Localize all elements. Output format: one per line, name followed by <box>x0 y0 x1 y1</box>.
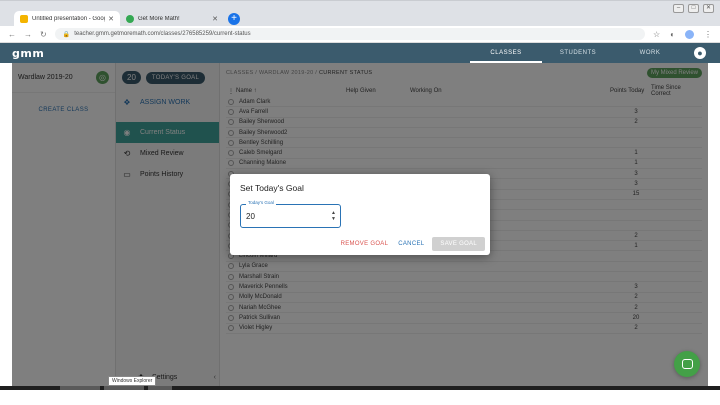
gmm-favicon-icon <box>126 15 134 23</box>
tab-title: Get More Math! <box>138 16 180 22</box>
profile-icon[interactable] <box>685 29 694 39</box>
nav-tab-students[interactable]: STUDENTS <box>542 43 614 63</box>
browser-tab-gmm[interactable]: Get More Math! ✕ <box>120 11 224 27</box>
close-window-icon[interactable]: ✕ <box>703 4 714 13</box>
goal-field-value[interactable]: 20 <box>246 212 255 221</box>
dialog-title: Set Today's Goal <box>240 183 304 193</box>
goal-number-field[interactable]: Today's Goal 20 ▲ ▼ <box>240 200 341 228</box>
bookmark-star-icon[interactable]: ☆ <box>653 30 660 39</box>
browser-actions: ☆ ◐ ⋮ <box>653 29 712 39</box>
taskbar-item[interactable] <box>60 386 100 390</box>
back-icon[interactable]: ← <box>8 30 16 39</box>
chat-button[interactable] <box>674 351 700 377</box>
browser-tab-slides[interactable]: Untitled presentation - Google S ✕ <box>14 11 120 27</box>
url-text: teacher.gmm.getmoremath.com/classes/2765… <box>74 31 251 37</box>
account-icon[interactable]: ● <box>694 47 706 59</box>
taskbar-tooltip: Windows Explorer <box>108 376 157 386</box>
cancel-button[interactable]: CANCEL <box>396 238 426 250</box>
minimize-icon[interactable]: – <box>673 4 684 13</box>
chat-bubble-icon <box>681 359 693 369</box>
app-bar: gmm CLASSES STUDENTS WORK ● <box>0 43 720 63</box>
address-bar-row: ← → ↻ 🔒 teacher.gmm.getmoremath.com/clas… <box>0 26 720 43</box>
taskbar-item[interactable] <box>104 386 144 390</box>
slides-favicon-icon <box>20 15 28 23</box>
maximize-icon[interactable]: □ <box>688 4 699 13</box>
os-taskbar <box>0 386 720 390</box>
url-field[interactable]: 🔒 teacher.gmm.getmoremath.com/classes/27… <box>54 28 645 40</box>
more-menu-icon[interactable]: ⋮ <box>704 30 712 39</box>
extension-icon[interactable]: ◐ <box>670 30 675 39</box>
close-tab-icon[interactable]: ✕ <box>212 15 218 23</box>
set-goal-dialog: Set Today's Goal Today's Goal 20 ▲ ▼ REMO… <box>230 174 490 255</box>
new-tab-button[interactable]: + <box>228 13 240 25</box>
nav-tab-work[interactable]: WORK <box>614 43 686 63</box>
gmm-logo[interactable]: gmm <box>12 47 44 60</box>
dialog-actions: REMOVE GOAL CANCEL SAVE GOAL <box>339 237 485 251</box>
save-goal-button[interactable]: SAVE GOAL <box>432 237 485 251</box>
browser-tab-strip: Untitled presentation - Google S ✕ Get M… <box>0 0 720 27</box>
forward-icon[interactable]: → <box>24 30 32 39</box>
lock-icon: 🔒 <box>62 31 71 38</box>
stepper-icon[interactable]: ▲ ▼ <box>331 210 336 222</box>
goal-field-label: Today's Goal <box>246 200 276 205</box>
close-tab-icon[interactable]: ✕ <box>108 15 114 23</box>
reload-icon[interactable]: ↻ <box>40 30 47 39</box>
main-nav: CLASSES STUDENTS WORK <box>470 43 686 63</box>
nav-tab-classes[interactable]: CLASSES <box>470 43 542 63</box>
taskbar-item[interactable] <box>148 386 172 390</box>
remove-goal-button[interactable]: REMOVE GOAL <box>339 238 391 250</box>
tab-title: Untitled presentation - Google S <box>32 16 105 22</box>
window-controls: – □ ✕ <box>673 4 714 13</box>
